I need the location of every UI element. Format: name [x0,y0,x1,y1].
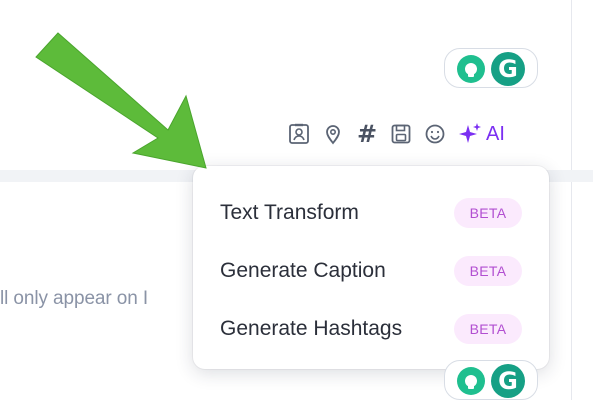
annotation-arrow-icon [35,32,207,169]
